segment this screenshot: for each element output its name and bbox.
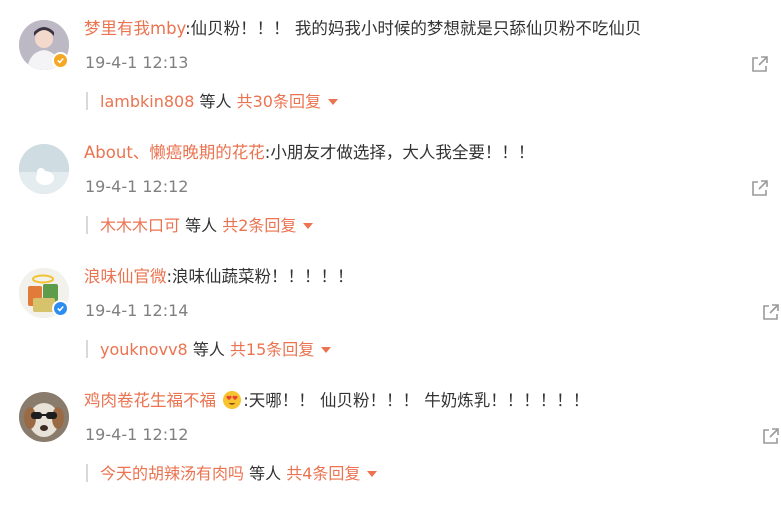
reply-divider	[86, 340, 88, 358]
comment-line: About、懒癌晚期的花花:小朋友才做选择，大人我全要！！！	[84, 142, 534, 164]
reply-count-link[interactable]: 共15条回复	[230, 340, 314, 359]
username-link[interactable]: 鸡肉卷花生福不福	[84, 391, 216, 410]
comment-item: About、懒癌晚期的花花:小朋友才做选择，大人我全要！！！ 19-4-1 12…	[0, 124, 781, 248]
chevron-down-icon[interactable]	[367, 470, 378, 477]
share-icon[interactable]	[761, 302, 781, 322]
reply-user-link[interactable]: 今天的胡辣汤有肉吗	[100, 464, 244, 483]
reply-mid-text: 等人	[192, 340, 225, 359]
reply-summary: youknovv8 等人 共15条回复	[100, 339, 332, 361]
chevron-down-icon[interactable]	[321, 346, 332, 353]
comment-item: 浪味仙官微:浪味仙蔬菜粉！！！！！ 19-4-1 12:14 youknovv8…	[0, 248, 781, 372]
comment-item: 鸡肉卷花生福不福 :天哪！！ 仙贝粉！！！ 牛奶炼乳！！！！！！ 19-4-1 …	[0, 372, 781, 496]
reply-divider	[86, 216, 88, 234]
reply-divider	[86, 464, 88, 482]
comment-time: 19-4-1 12:12	[85, 425, 189, 444]
comment-time: 19-4-1 12:12	[85, 177, 189, 196]
avatar[interactable]	[19, 144, 69, 194]
reply-mid-text: 等人	[249, 464, 282, 483]
username-link[interactable]: 梦里有我mby	[84, 19, 185, 38]
reply-user-link[interactable]: lambkin808	[100, 92, 194, 111]
comment-text: :小朋友才做选择，大人我全要！！！	[264, 143, 535, 162]
reply-divider	[86, 92, 88, 110]
comment-time: 19-4-1 12:13	[85, 53, 189, 72]
avatar[interactable]	[19, 392, 69, 442]
reply-count-link[interactable]: 共30条回复	[237, 92, 321, 111]
comment-text: :仙贝粉！！！ 我的妈我小时候的梦想就是只舔仙贝粉不吃仙贝	[185, 19, 642, 38]
comment-text: :浪味仙蔬菜粉！！！！！	[166, 267, 354, 286]
reply-user-link[interactable]: 木木木口可	[100, 216, 180, 235]
comment-time: 19-4-1 12:14	[85, 301, 189, 320]
vip-gold-badge	[52, 52, 69, 69]
username-link[interactable]: 浪味仙官微	[84, 267, 167, 286]
reply-mid-text: 等人	[185, 216, 218, 235]
reply-mid-text: 等人	[199, 92, 232, 111]
heart-eyes-emoji	[223, 391, 242, 409]
username-link[interactable]: About、懒癌晚期的花花	[84, 143, 265, 162]
comment-item: 梦里有我mby:仙贝粉！！！ 我的妈我小时候的梦想就是只舔仙贝粉不吃仙贝 19-…	[0, 0, 781, 124]
reply-count-link[interactable]: 共4条回复	[286, 464, 360, 483]
share-icon[interactable]	[750, 54, 770, 74]
reply-summary: 木木木口可 等人 共2条回复	[100, 215, 314, 237]
comment-line: 鸡肉卷花生福不福 :天哪！！ 仙贝粉！！！ 牛奶炼乳！！！！！！	[84, 390, 589, 412]
chevron-down-icon[interactable]	[327, 98, 338, 105]
chevron-down-icon[interactable]	[303, 222, 314, 229]
verified-blue-badge	[52, 300, 69, 317]
comment-line: 梦里有我mby:仙贝粉！！！ 我的妈我小时候的梦想就是只舔仙贝粉不吃仙贝	[84, 18, 641, 40]
share-icon[interactable]	[750, 178, 770, 198]
comment-text: :天哪！！ 仙贝粉！！！ 牛奶炼乳！！！！！！	[243, 391, 590, 410]
reply-user-link[interactable]: youknovv8	[100, 340, 188, 359]
comment-line: 浪味仙官微:浪味仙蔬菜粉！！！！！	[84, 266, 354, 288]
reply-count-link[interactable]: 共2条回复	[222, 216, 296, 235]
share-icon[interactable]	[761, 426, 781, 446]
reply-summary: 今天的胡辣汤有肉吗 等人 共4条回复	[100, 463, 378, 485]
reply-summary: lambkin808 等人 共30条回复	[100, 91, 338, 113]
